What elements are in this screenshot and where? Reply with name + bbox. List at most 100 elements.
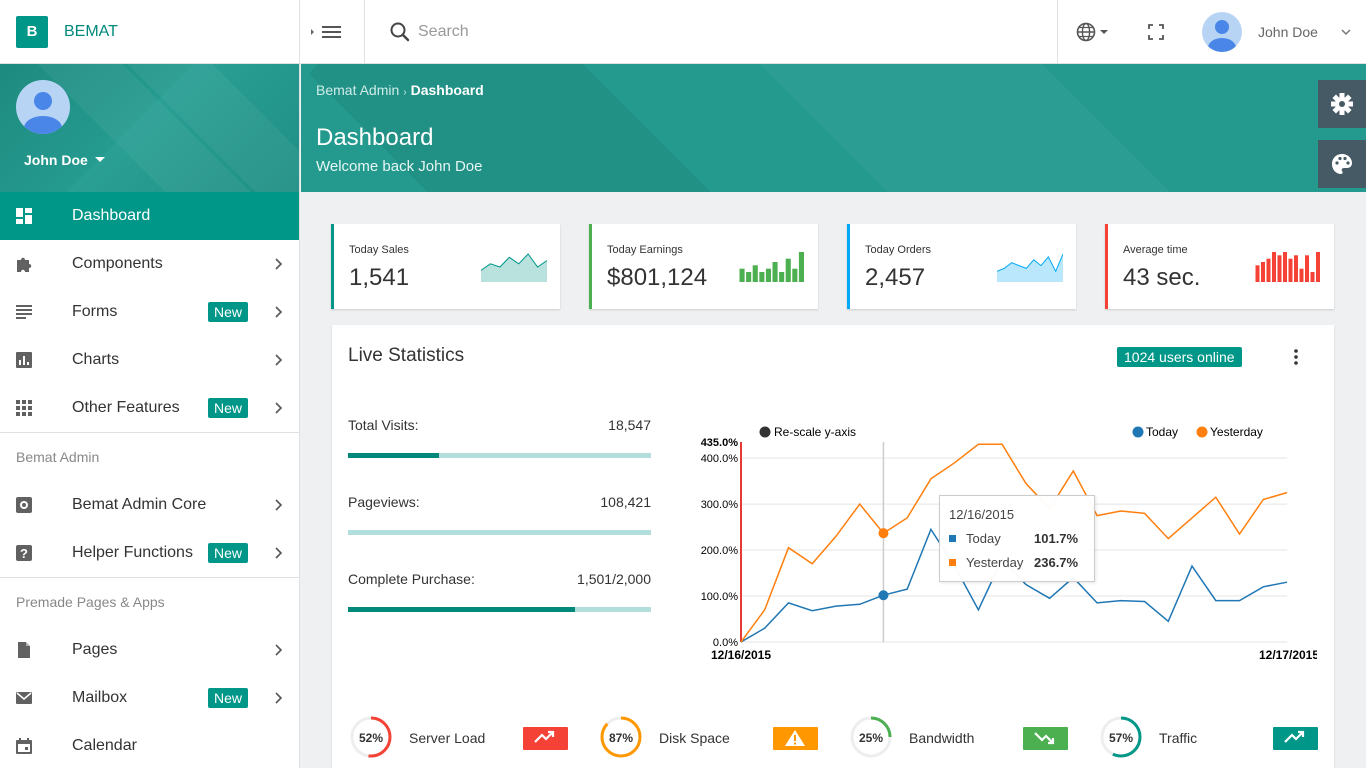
live-statistics-title: Live Statistics: [348, 345, 465, 366]
form-icon: [16, 305, 32, 319]
search-input[interactable]: [418, 20, 1018, 44]
new-badge: New: [208, 398, 249, 418]
brand-name: BEMAT: [64, 23, 118, 40]
new-badge: New: [208, 688, 249, 708]
stat-card: Today Sales 1,541: [331, 224, 560, 309]
sidebar-item-forms[interactable]: Forms New: [0, 288, 299, 336]
brand[interactable]: B BEMAT: [0, 0, 300, 64]
sidebar-item-label: Charts: [72, 351, 120, 368]
sparkline-bar: [739, 268, 745, 282]
sparkline-bar: [752, 265, 758, 282]
sidebar-item-label: Other Features: [72, 399, 180, 416]
sidebar-item-bemat-admin-core[interactable]: Bemat Admin Core: [0, 481, 299, 529]
sidebar-profile: John Doe: [0, 64, 299, 192]
sparkline-bar: [1277, 255, 1282, 282]
sparkline-bar: [1255, 265, 1260, 282]
y-max-label: 435.0%: [701, 437, 739, 449]
metric-progress-bar: [348, 453, 651, 458]
menu-icon: [311, 26, 341, 38]
sparkline-bar: [1299, 268, 1304, 282]
sparkline-bar: [1288, 258, 1293, 282]
stat-label: Average time: [1123, 244, 1188, 256]
metric-progress-fill: [348, 453, 439, 458]
topbar-user-name[interactable]: John Doe: [1258, 24, 1318, 40]
online-users-badge: 1024 users online: [1117, 347, 1242, 367]
topbar-actions: John Doe: [1057, 0, 1366, 64]
stat-label: Today Sales: [349, 244, 409, 256]
gauge-disk-space: 87% Disk Space: [582, 715, 822, 761]
metric-progress-bar: [348, 530, 651, 535]
sidebar-item-label: Components: [72, 255, 163, 272]
sidebar-item-components[interactable]: Components: [0, 240, 299, 288]
sidebar-item-calendar[interactable]: Calendar: [0, 722, 299, 768]
stat-card: Average time 43 sec.: [1105, 224, 1334, 309]
dashboard-icon: [16, 208, 32, 224]
sidebar-item-mailbox[interactable]: Mailbox New: [0, 674, 299, 722]
language-button[interactable]: [1074, 20, 1114, 49]
breadcrumb-separator-icon: ›: [403, 87, 407, 98]
rescale-toggle[interactable]: [759, 426, 771, 438]
legend-label[interactable]: Today: [1146, 425, 1178, 439]
menu-toggle-button[interactable]: [301, 0, 365, 64]
calendar-icon: [16, 738, 32, 754]
chevron-right-icon: [275, 692, 283, 704]
sidebar-user-name[interactable]: John Doe: [24, 152, 88, 168]
metric-value: 1,501/2,000: [577, 571, 651, 587]
chevron-right-icon: [275, 402, 283, 414]
chart-icon: [16, 352, 32, 368]
caret-down-icon[interactable]: [94, 156, 106, 164]
sidebar-item-dashboard[interactable]: Dashboard: [0, 192, 299, 240]
legend-swatch[interactable]: [1196, 426, 1208, 438]
sidebar-item-pages[interactable]: Pages: [0, 626, 299, 674]
sparkline-bar: [1316, 252, 1320, 282]
sparkline-bar: [785, 258, 791, 282]
sparkline-bar: [1272, 252, 1276, 282]
theme-palette-button[interactable]: [1318, 140, 1366, 188]
page-subtitle: Welcome back John Doe: [316, 158, 483, 175]
breadcrumb-current: Dashboard: [410, 82, 484, 98]
sidebar-item-charts[interactable]: Charts: [0, 336, 299, 384]
gauge-percent: 57%: [1108, 731, 1134, 745]
mail-icon: [16, 692, 32, 704]
sidebar-item-helper-functions[interactable]: ? Helper Functions New: [0, 529, 299, 577]
user-menu-chevron-icon[interactable]: [1340, 27, 1352, 37]
gauge-bandwidth: 25% Bandwidth: [832, 715, 1072, 761]
sidebar-item-other-features[interactable]: Other Features New: [0, 384, 299, 432]
top-bar: B BEMAT Search John Doe: [0, 0, 1366, 64]
legend-swatch[interactable]: [1132, 426, 1144, 438]
breadcrumb-root[interactable]: Bemat Admin: [316, 82, 399, 98]
brand-logo: B: [16, 16, 48, 48]
legend-label[interactable]: Yesterday: [1210, 425, 1263, 439]
metric-value: 18,547: [608, 417, 651, 433]
settings-panel-button[interactable]: [1318, 80, 1366, 128]
gear-icon: [1331, 93, 1353, 115]
user-avatar-icon: [24, 92, 62, 134]
trending-up-icon: [534, 730, 555, 743]
palette-icon: [1332, 154, 1352, 174]
globe-icon: [1076, 22, 1108, 42]
metric-progress-fill: [348, 607, 576, 612]
gauge-percent: 25%: [858, 731, 884, 745]
sparkline-bar: [739, 252, 804, 282]
nav-pages: Pages Mailbox New Calendar: [0, 626, 299, 768]
nav-main: Dashboard Components Forms New Charts Other F…: [0, 192, 299, 432]
fullscreen-button[interactable]: [1146, 22, 1166, 47]
chevron-right-icon: [275, 306, 283, 318]
gauge-label: Disk Space: [659, 730, 730, 746]
sidebar-item-label: Dashboard: [72, 207, 151, 224]
sparkline-bar: [1255, 252, 1320, 282]
avatar[interactable]: [1202, 12, 1242, 52]
trending-down-icon: [1034, 732, 1055, 745]
chart-tooltip: 12/16/2015 Today 101.7% Yesterday 236.7%: [939, 495, 1095, 582]
sidebar-avatar[interactable]: [16, 80, 70, 134]
metric-value: 108,421: [600, 494, 651, 510]
hover-point-yesterday: [878, 528, 889, 539]
more-vertical-icon[interactable]: [1290, 347, 1302, 367]
warning-icon: [785, 730, 805, 746]
sparkline-bar: [1261, 262, 1265, 282]
tooltip-series-name: Today: [966, 531, 1001, 546]
x-tick-label: 12/17/2015: [1259, 648, 1317, 662]
nav-section-label: Premade Pages & Apps: [16, 594, 165, 610]
sparkline-bar: [772, 262, 778, 282]
y-tick-label: 200.0%: [701, 545, 739, 557]
